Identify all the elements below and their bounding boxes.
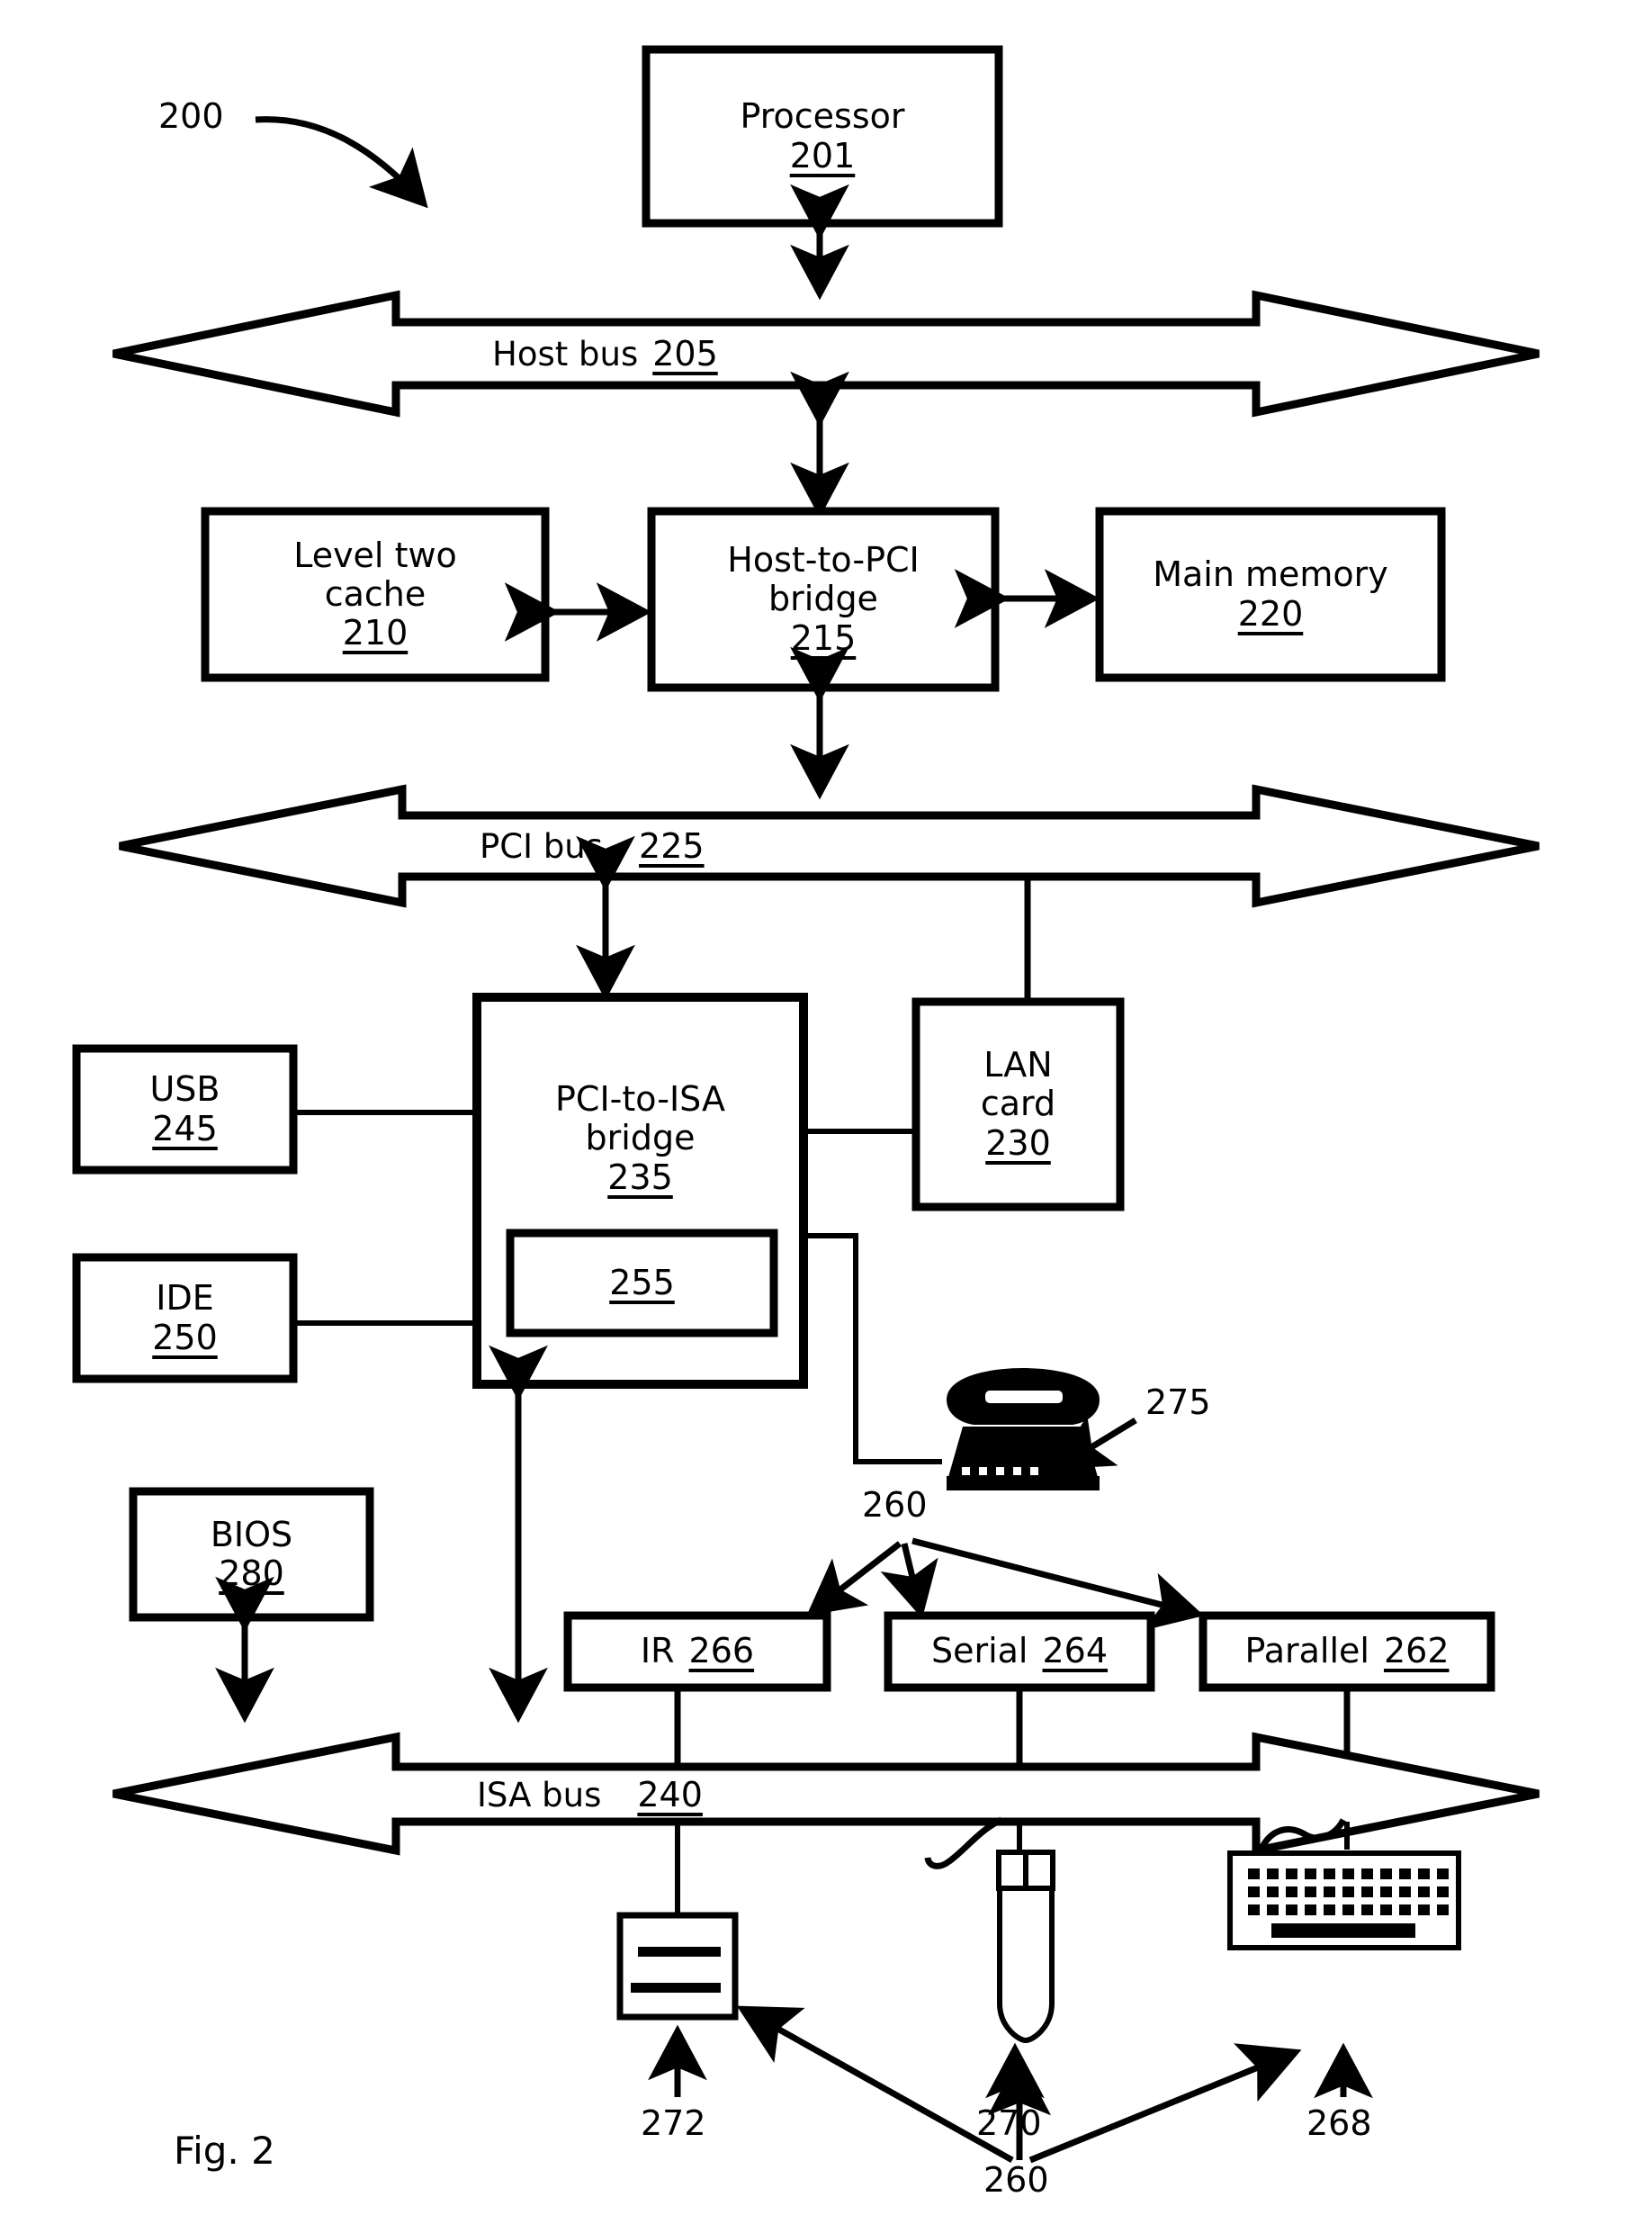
serial-box (884, 1611, 1155, 1692)
processor-box (642, 45, 1003, 228)
ide-box (72, 1253, 298, 1383)
host-bus-shape (112, 290, 1540, 418)
ir-box (563, 1611, 831, 1692)
ports-group-pointer-arrows (806, 1537, 1205, 1631)
lan-card-box (911, 997, 1125, 1211)
usb-box (72, 1044, 298, 1175)
pciisabridge-telephone-connector (804, 1233, 942, 1464)
telephone-icon (947, 1368, 1100, 1490)
modem-device-icon (616, 1912, 739, 2021)
bios-box (129, 1487, 374, 1622)
pci-bus-shape (119, 784, 1540, 908)
diagram-vector-layer (72, 45, 1540, 2164)
host-to-pci-bridge-box (647, 507, 1000, 692)
system-ref-pointer (255, 116, 428, 209)
inner-modem-box (506, 1229, 778, 1337)
main-memory-box (1095, 507, 1446, 682)
mouse-icon (924, 1816, 1055, 2044)
patent-figure-2: 200 Processor 201 Host bus 205 Level two… (0, 0, 1652, 2215)
level-two-cache-box (201, 507, 550, 682)
parallel-box (1199, 1611, 1495, 1692)
